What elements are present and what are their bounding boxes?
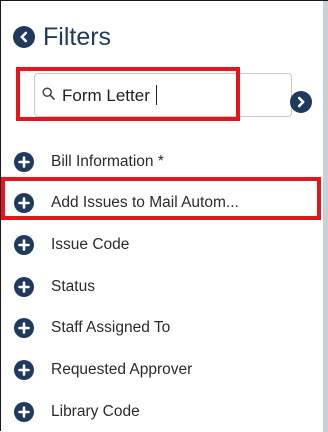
plus-circle-icon[interactable] bbox=[14, 277, 34, 297]
plus-circle-icon[interactable] bbox=[14, 235, 34, 255]
filters-header: Filters bbox=[13, 21, 111, 53]
filter-item-label: Staff Assigned To bbox=[51, 319, 171, 336]
filter-item-status[interactable]: Status bbox=[14, 272, 319, 302]
filter-item-label: Bill Information * bbox=[51, 153, 164, 170]
plus-circle-icon[interactable] bbox=[14, 360, 34, 380]
plus-circle-icon[interactable] bbox=[14, 402, 34, 422]
filter-item-staff-assigned-to[interactable]: Staff Assigned To bbox=[14, 313, 319, 343]
filter-item-label: Requested Approver bbox=[51, 361, 193, 378]
search-input-value[interactable]: Form Letter bbox=[62, 85, 157, 106]
filter-item-library-code[interactable]: Library Code bbox=[14, 397, 319, 427]
filter-item-requested-approver[interactable]: Requested Approver bbox=[14, 355, 319, 385]
filters-panel: Filters Form Letter Bill Information * A… bbox=[0, 0, 328, 432]
chevron-right-circle-icon[interactable] bbox=[290, 91, 312, 113]
filter-item-label: Status bbox=[51, 278, 95, 295]
scroll-strip bbox=[323, 1, 328, 432]
plus-circle-icon[interactable] bbox=[14, 152, 34, 172]
filter-item-label: Library Code bbox=[51, 403, 140, 420]
page-title: Filters bbox=[43, 22, 112, 51]
chevron-left-circle-icon[interactable] bbox=[13, 26, 35, 48]
filter-item-highlight-box bbox=[1, 177, 321, 220]
search-row: Form Letter bbox=[16, 67, 321, 127]
filter-item-bill-information[interactable]: Bill Information * bbox=[14, 147, 319, 177]
text-caret bbox=[155, 85, 157, 105]
filter-item-label: Issue Code bbox=[51, 236, 130, 253]
filter-item-issue-code[interactable]: Issue Code bbox=[14, 230, 319, 260]
plus-circle-icon[interactable] bbox=[14, 318, 34, 338]
search-icon bbox=[42, 87, 55, 105]
